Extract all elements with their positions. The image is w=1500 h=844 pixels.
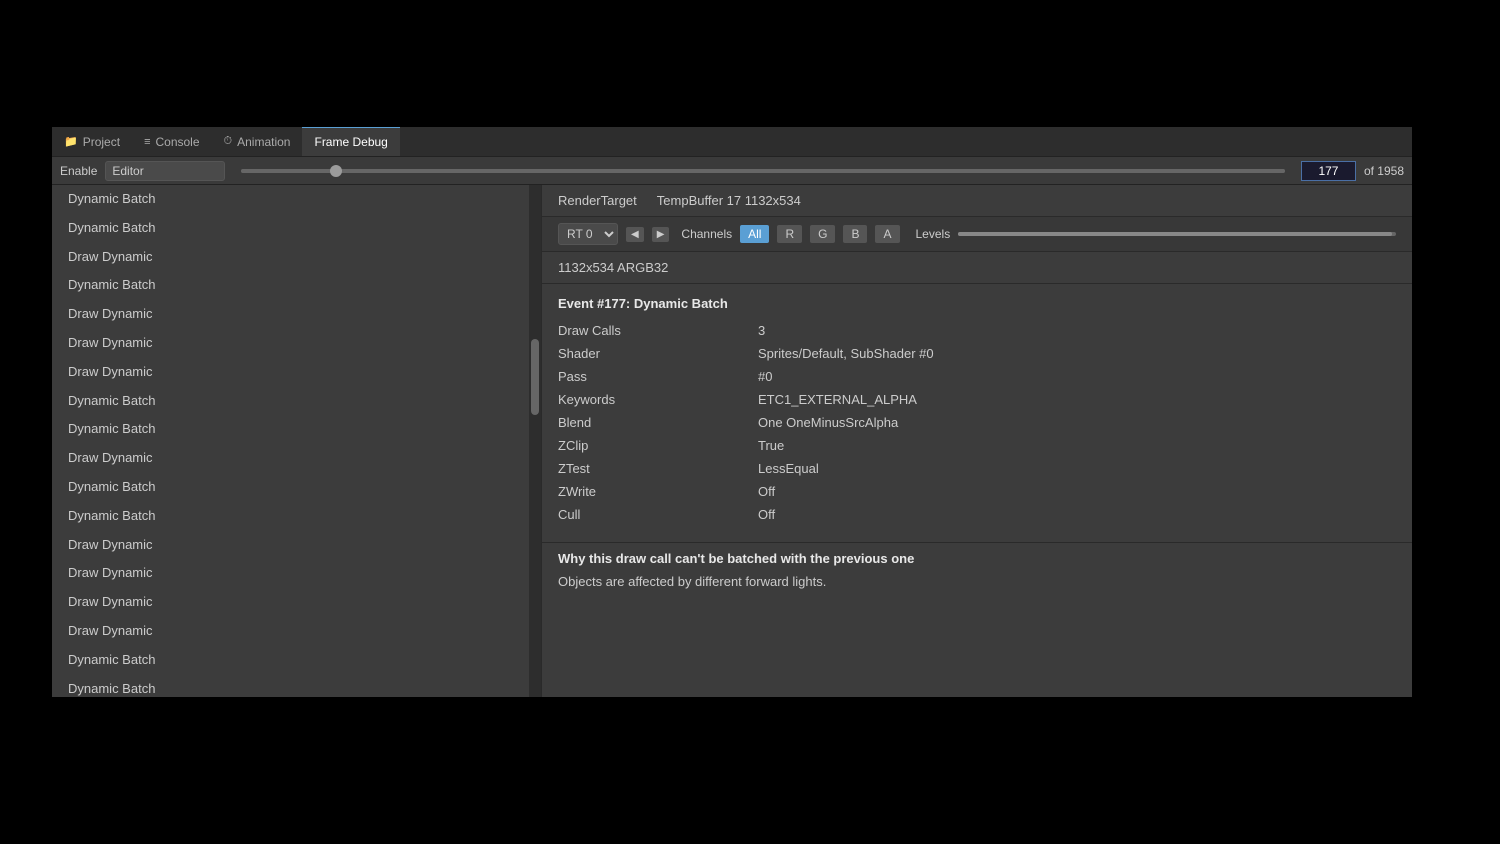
list-item[interactable]: Dynamic Batch (52, 646, 541, 675)
list-item[interactable]: Dynamic Batch (52, 473, 541, 502)
property-ztest: ZTest LessEqual (558, 461, 1396, 476)
main-content: Dynamic Batch Dynamic Batch Draw Dynamic… (52, 185, 1412, 697)
tab-project[interactable]: 📁 Project (52, 127, 132, 156)
property-value-cull: Off (758, 507, 775, 522)
property-value-shader: Sprites/Default, SubShader #0 (758, 346, 934, 361)
tab-console[interactable]: ≡ Console (132, 127, 211, 156)
list-item[interactable]: Dynamic Batch (52, 415, 541, 444)
scrollbar[interactable] (529, 185, 541, 697)
channels-label: Channels (681, 227, 732, 241)
render-target-header: RenderTarget TempBuffer 17 1132x534 (542, 185, 1412, 217)
levels-label: Levels (916, 227, 951, 241)
slider-thumb (330, 165, 342, 177)
property-name-keywords: Keywords (558, 392, 758, 407)
property-cull: Cull Off (558, 507, 1396, 522)
format-value: 1132x534 ARGB32 (558, 260, 668, 275)
animation-icon: ⏱ (224, 135, 233, 148)
tab-project-label: Project (83, 135, 120, 149)
list-item[interactable]: Draw Dynamic (52, 329, 541, 358)
frame-slider[interactable] (241, 169, 1285, 173)
tab-frame-debug[interactable]: Frame Debug (302, 127, 399, 156)
property-value-ztest: LessEqual (758, 461, 819, 476)
property-zclip: ZClip True (558, 438, 1396, 453)
project-icon: 📁 (64, 135, 78, 148)
left-panel: Dynamic Batch Dynamic Batch Draw Dynamic… (52, 185, 542, 697)
event-section: Event #177: Dynamic Batch Draw Calls 3 S… (542, 284, 1412, 542)
channel-r-button[interactable]: R (777, 225, 802, 243)
enable-label: Enable (60, 164, 97, 178)
channel-a-button[interactable]: A (875, 225, 899, 243)
toolbar: Enable Editor 177 of 1958 (52, 157, 1412, 185)
event-title: Event #177: Dynamic Batch (558, 296, 1396, 311)
property-zwrite: ZWrite Off (558, 484, 1396, 499)
tab-animation[interactable]: ⏱ Animation (212, 127, 303, 156)
property-draw-calls: Draw Calls 3 (558, 323, 1396, 338)
render-target-label: RenderTarget (558, 193, 637, 208)
channel-b-button[interactable]: B (843, 225, 867, 243)
frame-number-input[interactable]: 177 (1301, 161, 1356, 181)
levels-slider-fill (958, 232, 1391, 236)
property-name-zclip: ZClip (558, 438, 758, 453)
rt-next-button[interactable]: ▶ (652, 227, 670, 242)
property-name-ztest: ZTest (558, 461, 758, 476)
right-panel: RenderTarget TempBuffer 17 1132x534 RT 0… (542, 185, 1412, 697)
levels-slider[interactable] (958, 232, 1396, 236)
rt-prev-button[interactable]: ◀ (626, 227, 644, 242)
channel-g-button[interactable]: G (810, 225, 835, 243)
list-item[interactable]: Dynamic Batch (52, 675, 541, 697)
property-name-shader: Shader (558, 346, 758, 361)
list-item[interactable]: Draw Dynamic (52, 358, 541, 387)
event-list: Dynamic Batch Dynamic Batch Draw Dynamic… (52, 185, 541, 697)
list-item[interactable]: Dynamic Batch (52, 387, 541, 416)
tab-console-label: Console (155, 135, 199, 149)
editor-select[interactable]: Editor (105, 161, 225, 181)
editor-window: 📁 Project ≡ Console ⏱ Animation Frame De… (52, 127, 1412, 697)
property-value-keywords: ETC1_EXTERNAL_ALPHA (758, 392, 917, 407)
property-name-draw-calls: Draw Calls (558, 323, 758, 338)
rt-select[interactable]: RT 0 (558, 223, 618, 245)
list-item[interactable]: Draw Dynamic (52, 300, 541, 329)
property-name-cull: Cull (558, 507, 758, 522)
of-total-label: of 1958 (1364, 164, 1404, 178)
batch-reason-title: Why this draw call can't be batched with… (558, 551, 1396, 566)
property-name-zwrite: ZWrite (558, 484, 758, 499)
format-line: 1132x534 ARGB32 (542, 252, 1412, 284)
property-name-pass: Pass (558, 369, 758, 384)
list-item[interactable]: Draw Dynamic (52, 588, 541, 617)
list-item[interactable]: Draw Dynamic (52, 559, 541, 588)
property-name-blend: Blend (558, 415, 758, 430)
list-item[interactable]: Dynamic Batch (52, 271, 541, 300)
list-item[interactable]: Draw Dynamic (52, 243, 541, 272)
batch-reason-section: Why this draw call can't be batched with… (542, 542, 1412, 601)
property-keywords: Keywords ETC1_EXTERNAL_ALPHA (558, 392, 1396, 407)
list-item[interactable]: Draw Dynamic (52, 531, 541, 560)
list-item[interactable]: Draw Dynamic (52, 444, 541, 473)
list-item[interactable]: Dynamic Batch (52, 185, 541, 214)
channels-bar: RT 0 ◀ ▶ Channels All R G B A Levels (542, 217, 1412, 252)
property-value-zclip: True (758, 438, 784, 453)
property-value-zwrite: Off (758, 484, 775, 499)
property-shader: Shader Sprites/Default, SubShader #0 (558, 346, 1396, 361)
property-value-pass: #0 (758, 369, 772, 384)
tab-bar: 📁 Project ≡ Console ⏱ Animation Frame De… (52, 127, 1412, 157)
slider-track (241, 169, 1285, 173)
tab-animation-label: Animation (237, 135, 290, 149)
render-target-value: TempBuffer 17 1132x534 (657, 193, 801, 208)
console-icon: ≡ (144, 136, 150, 148)
list-item[interactable]: Draw Dynamic (52, 617, 541, 646)
property-value-blend: One OneMinusSrcAlpha (758, 415, 898, 430)
tab-frame-debug-label: Frame Debug (314, 135, 387, 149)
property-pass: Pass #0 (558, 369, 1396, 384)
property-blend: Blend One OneMinusSrcAlpha (558, 415, 1396, 430)
batch-reason-text: Objects are affected by different forwar… (558, 574, 1396, 589)
property-value-draw-calls: 3 (758, 323, 765, 338)
list-item[interactable]: Dynamic Batch (52, 502, 541, 531)
list-item[interactable]: Dynamic Batch (52, 214, 541, 243)
list-container: Dynamic Batch Dynamic Batch Draw Dynamic… (52, 185, 541, 697)
scrollbar-thumb[interactable] (531, 339, 539, 416)
channel-all-button[interactable]: All (740, 225, 769, 243)
